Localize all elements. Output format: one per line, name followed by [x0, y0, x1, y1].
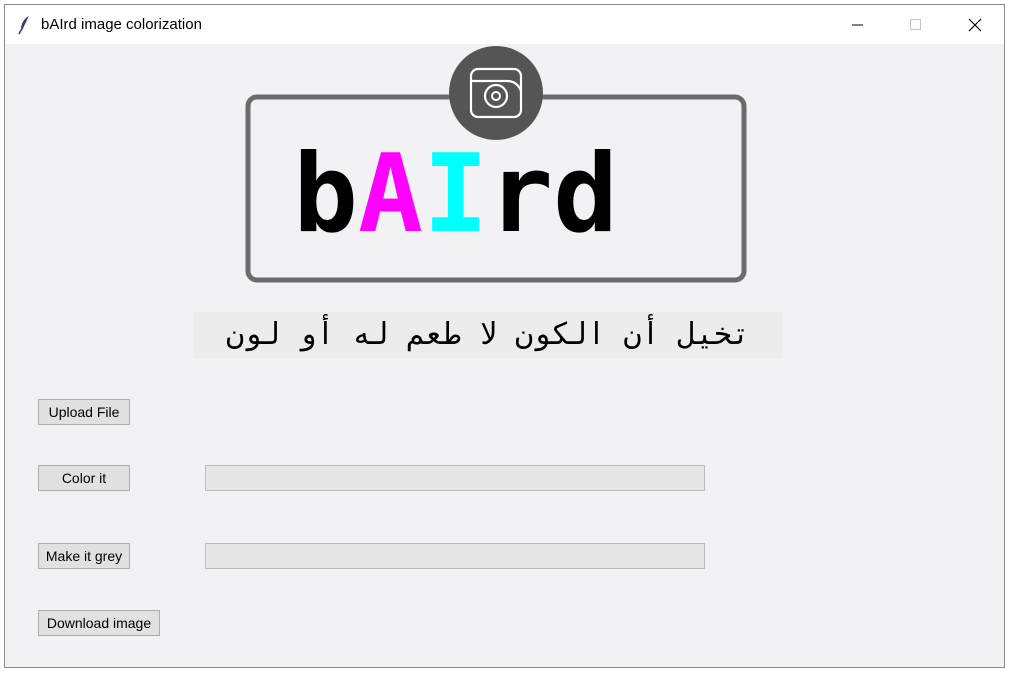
logo-wordmark: bAIrd: [293, 132, 618, 257]
upload-file-button[interactable]: Upload File: [38, 399, 130, 425]
minimize-button[interactable]: [835, 5, 881, 44]
download-image-button[interactable]: Download image: [38, 610, 160, 636]
maximize-button[interactable]: [893, 5, 939, 44]
close-icon: [968, 18, 982, 31]
app-window: bAIrd image colorization bAIrd تخيل أن ا…: [4, 4, 1005, 668]
window-title: bAIrd image colorization: [41, 16, 202, 33]
maximize-icon: [910, 18, 921, 30]
main-panel: bAIrd تخيل أن الكون لا طعم له أو لون Upl…: [5, 44, 1004, 667]
svg-text:bAIrd: bAIrd: [293, 132, 618, 257]
close-button[interactable]: [952, 5, 998, 44]
make-grey-button[interactable]: Make it grey: [38, 543, 130, 569]
feather-icon: [18, 15, 32, 40]
camera-icon: [449, 46, 543, 140]
minimize-icon: [852, 24, 863, 25]
baird-logo: bAIrd: [243, 45, 749, 285]
color-it-button[interactable]: Color it: [38, 465, 130, 491]
color-progress-bar: [205, 465, 705, 491]
grey-progress-bar: [205, 543, 705, 569]
title-bar[interactable]: bAIrd image colorization: [5, 5, 1004, 44]
tagline-text: تخيل أن الكون لا طعم له أو لون: [193, 312, 783, 358]
